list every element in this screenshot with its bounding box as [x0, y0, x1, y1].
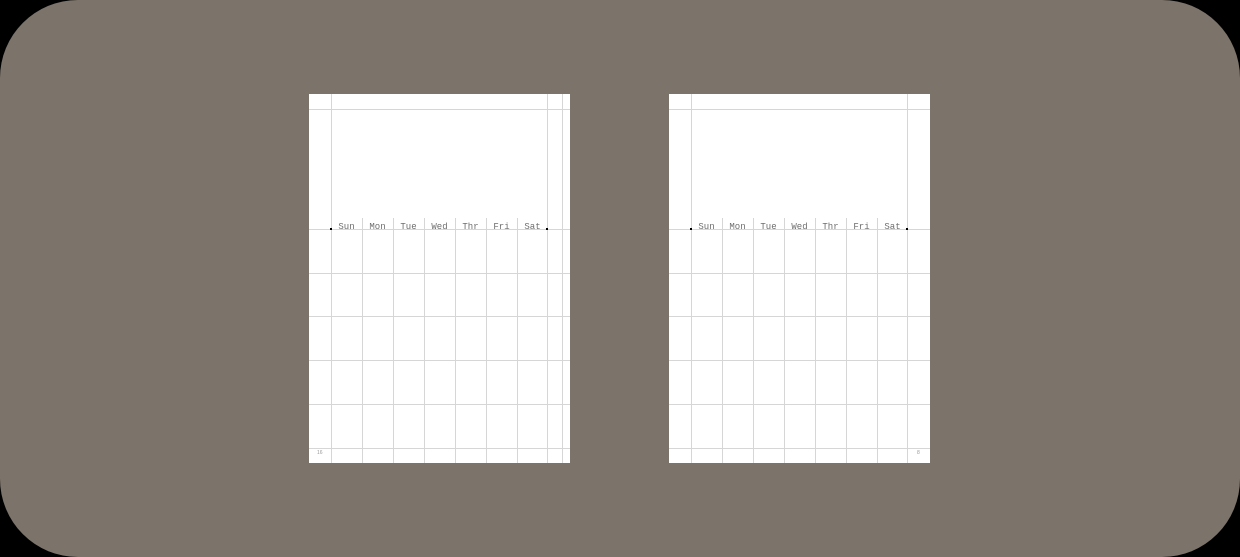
grid-line: [722, 218, 723, 463]
grid-line: [309, 316, 570, 317]
grid-line: [669, 273, 930, 274]
app-canvas: Sun Mon Tue Wed Thr Fri Sat 16 Sun Mon T…: [0, 0, 1240, 557]
weekday-mon: Mon: [369, 222, 386, 232]
weekday-fri: Fri: [853, 222, 870, 232]
page-number: 8: [917, 450, 920, 456]
weekday-sun: Sun: [698, 222, 715, 232]
grid-line: [547, 94, 548, 463]
grid-line: [846, 218, 847, 463]
grid-line: [753, 218, 754, 463]
weekday-wed: Wed: [791, 222, 808, 232]
weekday-mon: Mon: [729, 222, 746, 232]
weekday-thr: Thr: [462, 222, 479, 232]
weekday-thr: Thr: [822, 222, 839, 232]
grid-line: [517, 218, 518, 463]
grid-line: [309, 360, 570, 361]
grid-line: [455, 218, 456, 463]
grid-line: [562, 94, 563, 463]
grid-line: [309, 109, 570, 110]
grid-line: [486, 218, 487, 463]
grid-line: [362, 218, 363, 463]
grid-line: [669, 404, 930, 405]
weekday-sun: Sun: [338, 222, 355, 232]
grid-line: [331, 94, 332, 463]
grid-line: [309, 273, 570, 274]
weekday-tue: Tue: [760, 222, 777, 232]
weekday-wed: Wed: [431, 222, 448, 232]
grid-line: [669, 360, 930, 361]
grid-line: [309, 404, 570, 405]
grid-line: [669, 109, 930, 110]
weekday-fri: Fri: [493, 222, 510, 232]
weekday-sat: Sat: [524, 222, 541, 232]
planner-page-left[interactable]: Sun Mon Tue Wed Thr Fri Sat 16: [309, 94, 570, 463]
grid-line: [877, 218, 878, 463]
grid-line: [669, 448, 930, 449]
grid-line: [784, 218, 785, 463]
grid-line: [907, 94, 908, 463]
grid-line: [815, 218, 816, 463]
planner-page-right[interactable]: Sun Mon Tue Wed Thr Fri Sat 8: [669, 94, 930, 463]
grid-line: [669, 316, 930, 317]
grid-line: [691, 94, 692, 463]
grid-line: [393, 218, 394, 463]
weekday-tue: Tue: [400, 222, 417, 232]
grid-line: [309, 448, 570, 449]
grid-line: [424, 218, 425, 463]
page-number: 16: [317, 450, 323, 456]
weekday-sat: Sat: [884, 222, 901, 232]
